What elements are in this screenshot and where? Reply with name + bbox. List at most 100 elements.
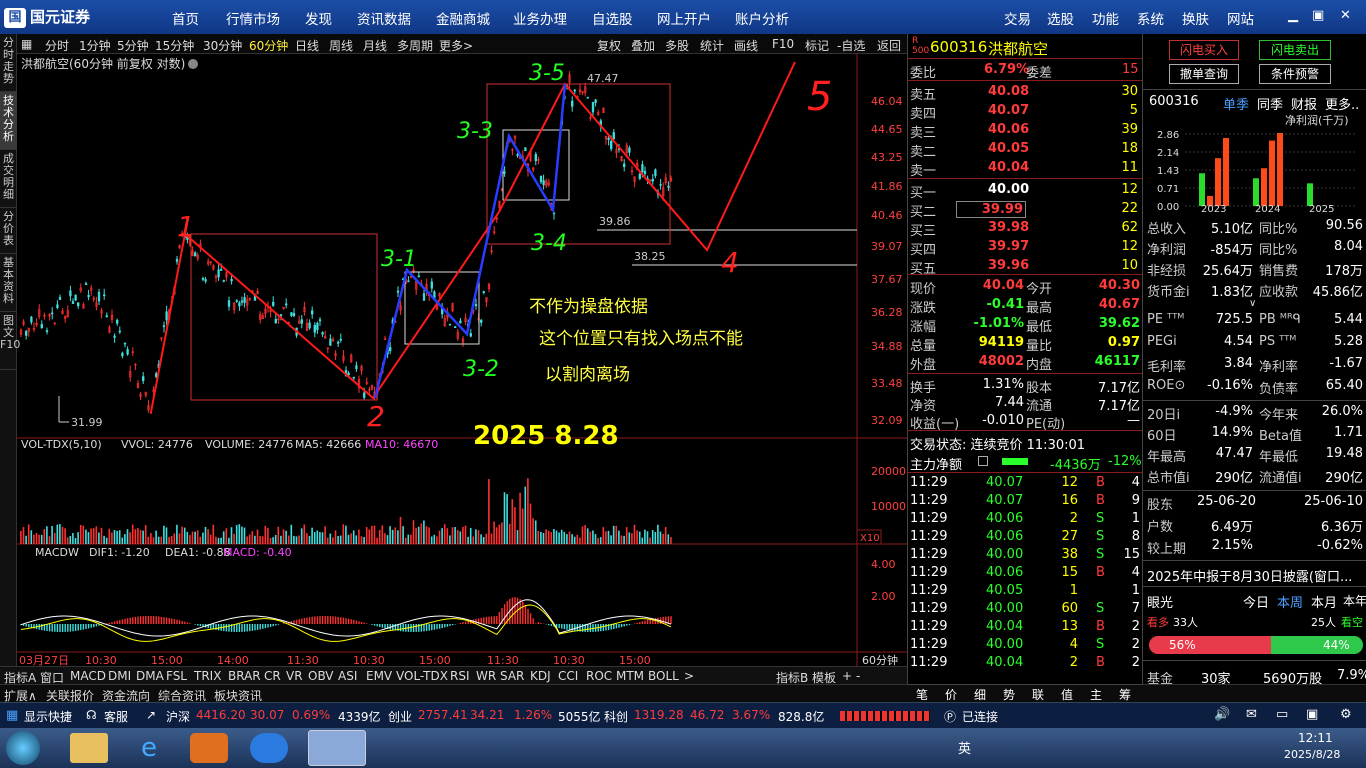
- indicator-tab[interactable]: DMI: [108, 669, 131, 683]
- active-app-icon[interactable]: [308, 730, 366, 766]
- indicator-tab[interactable]: VR: [286, 669, 303, 683]
- btn-f10[interactable]: F10: [772, 37, 794, 51]
- main-flow-icon[interactable]: [978, 456, 988, 466]
- indicator-tab[interactable]: CR: [264, 669, 281, 683]
- grid-icon[interactable]: ▦: [6, 708, 18, 723]
- nav-mall[interactable]: 金融商城: [436, 8, 490, 28]
- bid-price[interactable]: 39.99: [956, 201, 1026, 218]
- btn-overlay[interactable]: 叠加: [631, 37, 655, 54]
- quote-tab[interactable]: 势: [1003, 686, 1015, 703]
- nav-market[interactable]: 行情市场: [226, 8, 280, 28]
- customer-service[interactable]: 客服: [104, 708, 128, 725]
- nav-data[interactable]: 资讯数据: [357, 8, 411, 28]
- nav-select-stock[interactable]: 选股: [1047, 8, 1074, 28]
- chart-title-dropdown-icon[interactable]: [188, 59, 198, 69]
- quote-tab[interactable]: 筹: [1119, 686, 1131, 703]
- ask-price[interactable]: 40.06: [988, 122, 1029, 137]
- period-week[interactable]: 周线: [329, 37, 353, 54]
- nav-home[interactable]: 首页: [172, 8, 199, 28]
- condition-alert-button[interactable]: 条件预警: [1259, 64, 1331, 84]
- indicator-tab[interactable]: WR: [476, 669, 496, 683]
- indicator-tab[interactable]: EMV: [366, 669, 392, 683]
- indicator-tab[interactable]: ASI: [338, 669, 357, 683]
- period-60min[interactable]: 60分钟: [249, 37, 288, 54]
- nav-website[interactable]: 网站: [1227, 8, 1254, 28]
- nav-open-account[interactable]: 网上开户: [657, 8, 711, 28]
- btn-back[interactable]: 返回: [877, 37, 901, 54]
- indicator-tab[interactable]: -: [856, 669, 860, 683]
- tab-f10[interactable]: 图文F10: [0, 312, 20, 370]
- flash-sell-button[interactable]: 闪电卖出: [1259, 40, 1331, 60]
- indicator-tab[interactable]: DMA: [136, 669, 164, 683]
- quote-tab[interactable]: 笔: [916, 686, 928, 703]
- tab-time-share[interactable]: 分时走势: [0, 34, 17, 92]
- nav-function[interactable]: 功能: [1092, 8, 1119, 28]
- flash-buy-button[interactable]: 闪电买入: [1169, 40, 1239, 60]
- start-button-icon[interactable]: [6, 731, 40, 765]
- quote-tab[interactable]: 联: [1032, 686, 1044, 703]
- indicator-tab[interactable]: MTM: [616, 669, 644, 683]
- indicator-tab[interactable]: BRAR: [228, 669, 261, 683]
- indicator-tab[interactable]: TRIX: [194, 669, 221, 683]
- expand-down-icon[interactable]: ∨: [1249, 298, 1256, 309]
- nav-discover[interactable]: 发现: [305, 8, 332, 28]
- nav-watchlist[interactable]: 自选股: [592, 8, 633, 28]
- minimize-icon[interactable]: ▁: [1288, 8, 1298, 23]
- indicator-tab[interactable]: RSI: [450, 669, 470, 683]
- indicator-tab[interactable]: FSL: [166, 669, 187, 683]
- ask-price[interactable]: 40.04: [988, 160, 1029, 175]
- file-explorer-icon[interactable]: [70, 733, 108, 763]
- nav-business[interactable]: 业务办理: [513, 8, 567, 28]
- tab-technical[interactable]: 技术分析: [0, 92, 17, 150]
- indicator-tab[interactable]: VOL-TDX: [396, 669, 448, 683]
- nav-trade[interactable]: 交易: [1004, 8, 1031, 28]
- period-timeshare[interactable]: 分时: [45, 37, 69, 54]
- kline-chart[interactable]: 洪都航空(60分钟 前复权 对数) 46.04 44.65 43.25 41.8…: [17, 54, 907, 666]
- ask-price[interactable]: 40.05: [988, 141, 1029, 156]
- eye-tab-week[interactable]: 本周: [1277, 592, 1303, 611]
- ask-price[interactable]: 40.08: [988, 84, 1029, 99]
- nav-skin[interactable]: 换肤: [1182, 8, 1209, 28]
- nav-system[interactable]: 系统: [1137, 8, 1164, 28]
- btn-draw-line[interactable]: 画线: [734, 37, 758, 54]
- indicator-tab[interactable]: ROC: [586, 669, 612, 683]
- settings-icon[interactable]: ⚙: [1340, 707, 1352, 722]
- bid-price[interactable]: 39.98: [988, 220, 1029, 235]
- quote-tab[interactable]: 细: [974, 686, 986, 703]
- clock-time[interactable]: 12:11: [1298, 731, 1333, 745]
- btn-multi-stock[interactable]: 多股: [665, 37, 689, 54]
- quick-display[interactable]: 显示快捷: [24, 708, 72, 725]
- headset-icon[interactable]: ☊: [86, 708, 97, 722]
- eye-tab-month[interactable]: 本月: [1311, 592, 1337, 611]
- period-1min[interactable]: 1分钟: [79, 37, 111, 54]
- quote-tab[interactable]: 值: [1061, 686, 1073, 703]
- tab-deal-detail[interactable]: 成交明细: [0, 150, 17, 208]
- btn-statistics[interactable]: 统计: [700, 37, 724, 54]
- monitor-icon[interactable]: ▣: [1306, 707, 1318, 722]
- eye-tab-year[interactable]: 本年: [1343, 592, 1366, 609]
- clock-date[interactable]: 2025/8/28: [1284, 748, 1340, 761]
- indicator-tab[interactable]: OBV: [308, 669, 334, 683]
- grid-icon[interactable]: ▦: [21, 37, 32, 51]
- btn-add-watch[interactable]: -自选: [837, 37, 865, 54]
- volume-icon[interactable]: 🔊: [1214, 707, 1230, 722]
- bid-price[interactable]: 39.96: [988, 258, 1029, 273]
- ime-indicator[interactable]: 英: [958, 738, 971, 757]
- indicator-tab[interactable]: +: [842, 669, 852, 683]
- period-15min[interactable]: 15分钟: [155, 37, 194, 54]
- maximize-icon[interactable]: ▣: [1312, 8, 1324, 23]
- indicator-tab[interactable]: CCI: [558, 669, 578, 683]
- quote-tab[interactable]: 价: [945, 686, 957, 703]
- period-30min[interactable]: 30分钟: [203, 37, 242, 54]
- close-icon[interactable]: ✕: [1340, 8, 1351, 23]
- btn-mark[interactable]: 标记: [805, 37, 829, 54]
- nav-account-analysis[interactable]: 账户分析: [735, 8, 789, 28]
- indicator-tab[interactable]: >: [684, 669, 694, 683]
- ie-icon[interactable]: e: [130, 733, 168, 763]
- cancel-query-button[interactable]: 撤单查询: [1169, 64, 1239, 84]
- indicator-tab[interactable]: KDJ: [530, 669, 551, 683]
- indicator-tab[interactable]: SAR: [500, 669, 524, 683]
- period-day[interactable]: 日线: [295, 37, 319, 54]
- period-more[interactable]: 更多>: [439, 37, 473, 54]
- media-player-icon[interactable]: [190, 733, 228, 763]
